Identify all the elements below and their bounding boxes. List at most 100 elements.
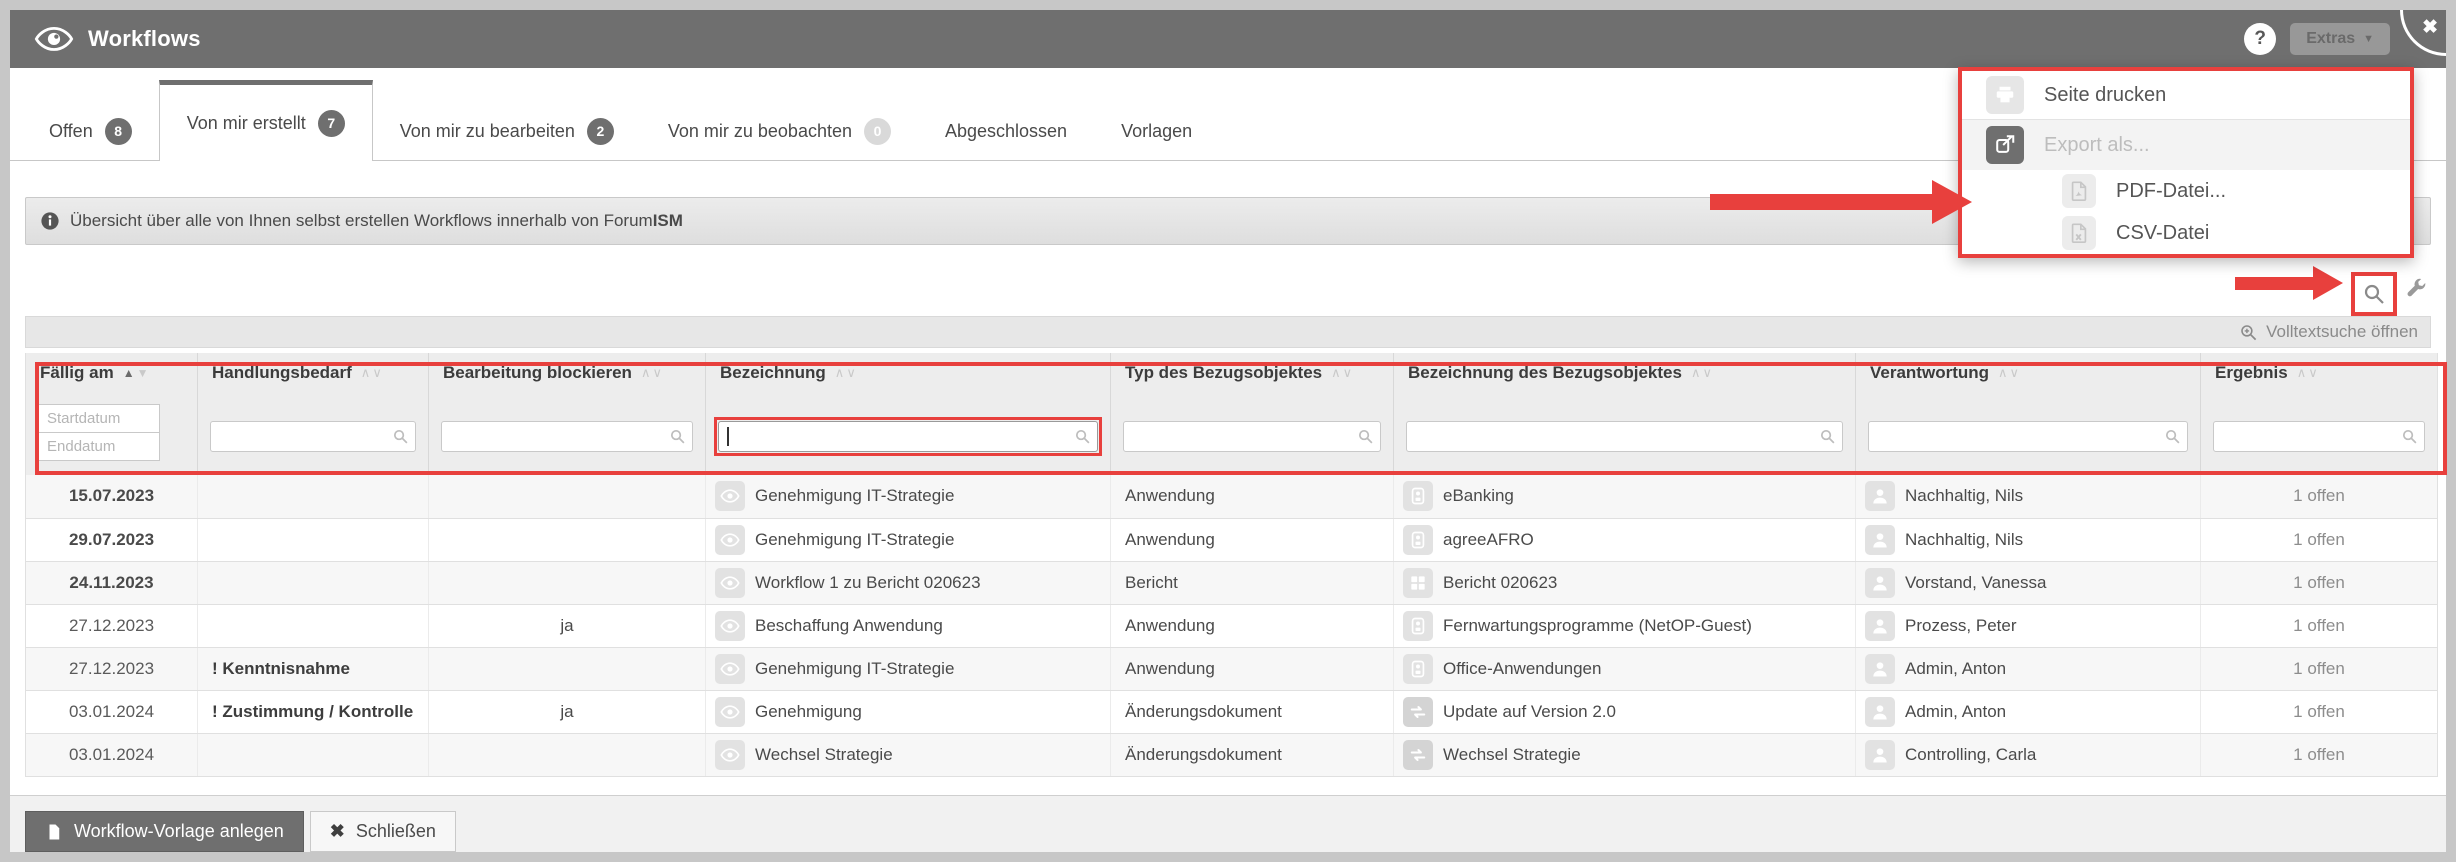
column-header-handlungsbedarf[interactable]: Handlungsbedarf ∧ ∨ [197,353,429,399]
column-header-bezeichnung[interactable]: Bezeichnung ∧ ∨ [705,353,1111,399]
annotation-arrow-search [2235,266,2343,300]
help-button[interactable]: ? [2244,23,2277,55]
column-header-ergebnis[interactable]: Ergebnis ∧ ∨ [2200,353,2438,399]
cell-text: Bericht 020623 [1443,572,1558,592]
filter-input-blockieren[interactable] [441,421,693,452]
filter-input-ergebnis[interactable] [2213,421,2425,452]
tab-offen[interactable]: Offen 8 [22,102,159,160]
document-icon [49,824,60,839]
cell-text: Vorstand, Vanessa [1905,572,2047,592]
eye-icon [715,696,745,727]
cell-text: agreeAFRO [1443,529,1534,549]
wrench-icon [2407,278,2426,297]
tab-count-badge: 2 [586,117,614,145]
cell-typ: Anwendung [1110,604,1394,648]
filter-start-date-input[interactable] [38,404,160,433]
filter-input-handlungsbedarf[interactable] [210,421,416,452]
workflow-table-wrap: Fällig am ▲ ▼ Handlungsbedarf ∧ ∨ Bearbeitung … [25,353,2438,777]
column-header-faellig[interactable]: Fällig am ▲ ▼ [25,353,198,399]
close-button[interactable]: ✖ Schließen [309,811,456,852]
search-icon [2164,428,2181,445]
table-settings-button[interactable] [2405,278,2428,306]
table-row[interactable]: 24.11.2023 Workflow 1 zu Bericht 020623 Be… [25,561,2438,605]
table-row[interactable]: 27.12.2023 ja Beschaffung Anwendung Anwendu… [25,604,2438,648]
table-search-toggle-button[interactable] [2351,272,2397,316]
cell-bezeichnung: Beschaffung Anwendung [705,604,1111,648]
filter-end-date-input[interactable] [38,432,160,461]
cell-handlungsbedarf: ! Zustimmung / Kontrolle [197,690,429,734]
table-row[interactable]: 03.01.2024 Wechsel Strategie Änderungsdoku… [25,733,2438,777]
eye-icon [715,653,745,684]
application-icon [1403,653,1433,684]
search-icon [669,428,686,445]
menu-item-export-pdf[interactable]: PDF-Datei... [1962,170,2410,212]
cell-text: Fernwartungsprogramme (NetOP-Guest) [1443,615,1752,635]
tab-label: Von mir zu beobachten [667,120,852,141]
cell-text: Genehmigung IT-Strategie [755,658,955,678]
column-header-blockieren[interactable]: Bearbeitung blockieren ∧ ∨ [428,353,706,399]
table-row[interactable]: 29.07.2023 Genehmigung IT-Strategie Anwend… [25,518,2438,562]
page-title: Workflows [88,26,201,51]
workflows-window: Workflows ? Extras ▼ ✖ Offen 8 Von mir ers… [0,0,2456,862]
cell-faellig-am: 15.07.2023 [25,475,198,519]
extras-button[interactable]: Extras ▼ [2290,23,2390,55]
cell-verantwortung: Admin, Anton [1855,690,2201,734]
cell-bezeichnung: Workflow 1 zu Bericht 020623 [705,561,1111,605]
cell-text: Nachhaltig, Nils [1905,529,2024,549]
sort-arrows-icon: ∧ ∨ [1331,365,1353,380]
cell-verantwortung: Vorstand, Vanessa [1855,561,2201,605]
report-icon [1403,567,1433,598]
cell-text: Workflow 1 zu Bericht 020623 [755,572,981,592]
table-row[interactable]: 03.01.2024! Zustimmung / Kontrolle ja Gene… [25,690,2438,734]
eye-icon [715,567,745,598]
cell-bezugsobjekt: Update auf Version 2.0 [1393,690,1856,734]
table-row[interactable]: 27.12.2023! Kenntnisnahme Genehmigung IT-… [25,647,2438,691]
cell-typ: Anwendung [1110,518,1394,562]
column-label: Bezeichnung [720,363,826,382]
tab-abgeschlossen[interactable]: Abgeschlossen [918,102,1094,160]
menu-item-export-as[interactable]: Export als... [1962,120,2410,170]
cell-text: Genehmigung IT-Strategie [755,529,955,549]
filter-input-objekt[interactable] [1406,421,1843,452]
menu-item-export-csv[interactable]: CSV-Datei [1962,212,2410,254]
tab-von-mir-zu-beobachten[interactable]: Von mir zu beobachten 0 [641,102,918,160]
column-header-objekt[interactable]: Bezeichnung des Bezugsobjektes ∧ ∨ [1393,353,1856,399]
cell-faellig-am: 27.12.2023 [25,604,198,648]
filter-input-bezeichnung[interactable] [718,421,1098,452]
change-icon [1403,696,1433,727]
person-icon [1865,524,1895,555]
filter-input-typ[interactable] [1123,421,1381,452]
column-label: Ergebnis [2215,363,2288,382]
extras-dropdown-menu: Seite drucken Export als... PDF-Datei...… [1958,67,2414,258]
table-row[interactable]: 15.07.2023 Genehmigung IT-Strategie Anwend… [25,475,2438,519]
chevron-down-icon: ▼ [2363,33,2374,45]
menu-item-print-page[interactable]: Seite drucken [1962,71,2410,120]
cell-bezugsobjekt: agreeAFRO [1393,518,1856,562]
sort-arrows-icon: ∧ ∨ [360,365,382,380]
filter-input-verantwortung[interactable] [1868,421,2188,452]
column-header-typ[interactable]: Typ des Bezugsobjektes ∧ ∨ [1110,353,1394,399]
sort-arrows-icon: ∧ ∨ [640,365,662,380]
cell-typ: Anwendung [1110,475,1394,519]
filter-cell-handlungsbedarf [197,399,429,475]
search-icon [2364,284,2384,304]
tab-von-mir-zu-bearbeiten[interactable]: Von mir zu bearbeiten 2 [373,102,641,160]
close-icon: ✖ [329,821,345,841]
export-icon [1986,126,2024,164]
sort-arrows-icon: ∧ ∨ [2296,365,2318,380]
filter-cell-objekt [1393,399,1856,475]
search-icon [392,428,409,445]
cell-handlungsbedarf [197,518,429,562]
tab-vorlagen[interactable]: Vorlagen [1094,102,1219,160]
filter-cell-ergebnis [2200,399,2438,475]
change-icon [1403,739,1433,770]
column-header-verantwortung[interactable]: Verantwortung ∧ ∨ [1855,353,2201,399]
tab-von-mir-erstellt[interactable]: Von mir erstellt 7 [158,80,373,161]
cell-bezeichnung: Genehmigung IT-Strategie [705,475,1111,519]
annotation-arrow-menu [1710,180,1972,224]
cell-text: Genehmigung IT-Strategie [755,486,955,506]
fulltext-search-bar[interactable]: Volltextsuche öffnen [25,316,2431,348]
person-icon [1865,481,1895,512]
create-workflow-template-button[interactable]: Workflow-Vorlage anlegen [25,811,304,852]
sort-arrows-icon: ∧ ∨ [834,365,856,380]
